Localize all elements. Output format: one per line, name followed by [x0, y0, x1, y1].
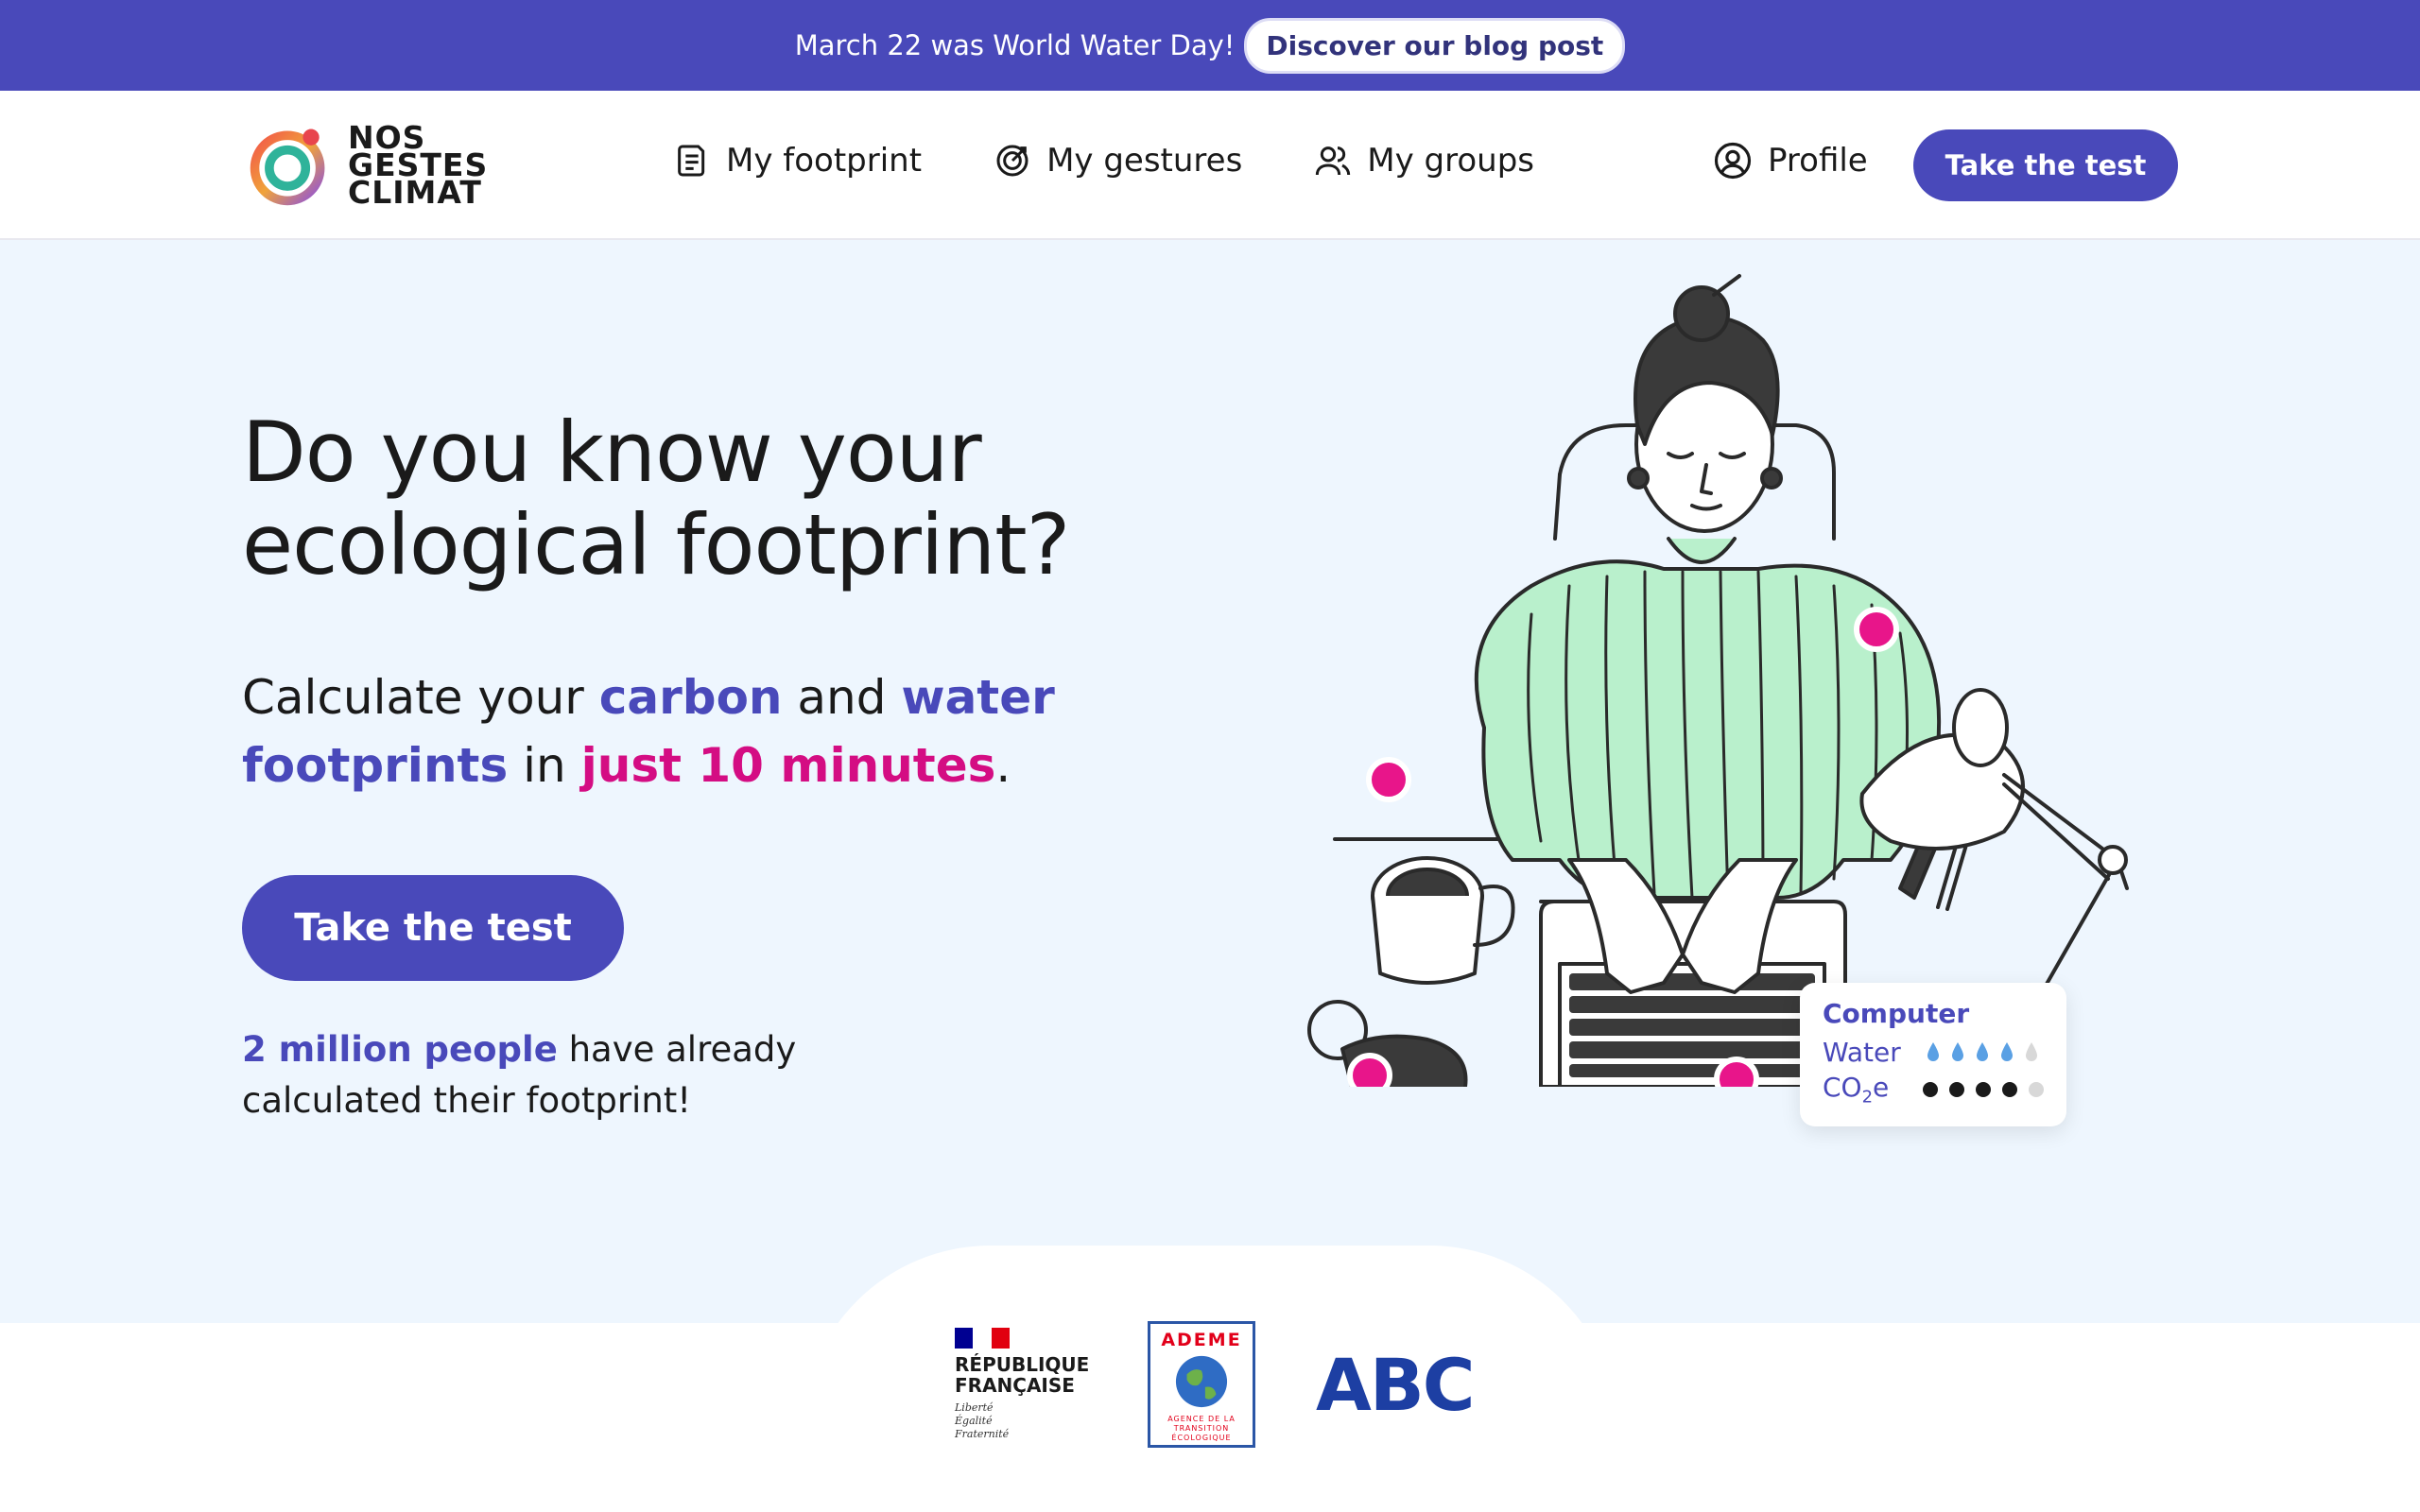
water-drop-icon	[1952, 1042, 1963, 1061]
hero-title: Do you know your ecological footprint?	[242, 404, 1070, 593]
water-drop-icon	[1927, 1042, 1939, 1061]
republique-francaise-logo: RÉPUBLIQUE FRANÇAISE Liberté Égalité Fra…	[955, 1328, 1089, 1441]
water-level	[1927, 1041, 2038, 1062]
co2-row: CO2e	[1823, 1071, 2044, 1108]
water-drop-icon	[1977, 1042, 1988, 1061]
logo-icon	[250, 129, 325, 206]
nav-my-gestures[interactable]: My gestures	[994, 132, 1242, 189]
announcement-banner: March 22 was World Water Day! Discover o…	[0, 0, 2420, 91]
computer-impact-card: Computer Water CO2e	[1800, 983, 2066, 1126]
nav-my-footprint[interactable]: My footprint	[673, 132, 922, 189]
logo-wordmark: NOS GESTES CLIMAT	[348, 118, 489, 211]
document-icon	[678, 145, 705, 177]
water-row: Water	[1823, 1033, 2044, 1071]
ademe-logo: ADEME AGENCE DE LA TRANSITION ÉCOLOGIQUE	[1148, 1321, 1255, 1448]
hero-subtitle: Calculate your carbon and water footprin…	[242, 670, 1055, 793]
banner-text: March 22 was World Water Day!	[794, 29, 1236, 61]
partner-logos: RÉPUBLIQUE FRANÇAISE Liberté Égalité Fra…	[955, 1321, 1476, 1448]
co2-dot	[1976, 1082, 1991, 1097]
globe-icon	[1175, 1355, 1228, 1408]
blog-post-link[interactable]: Discover our blog post	[1244, 17, 1626, 74]
hero-take-test-button[interactable]: Take the test	[242, 875, 624, 981]
nav-label: My footprint	[726, 142, 923, 180]
co2-label: CO2e	[1823, 1072, 1890, 1108]
french-flag-icon	[955, 1328, 1010, 1349]
nav-label: My gestures	[1046, 142, 1243, 180]
target-icon	[996, 145, 1028, 177]
water-drop-icon	[2001, 1042, 2013, 1061]
co2-dot	[1949, 1082, 1964, 1097]
logo[interactable]: NOS GESTES CLIMAT	[244, 119, 488, 210]
co2-dot	[2002, 1082, 2017, 1097]
card-title: Computer	[1823, 998, 1970, 1029]
woman-at-desk-illustration	[1307, 274, 2129, 1087]
co2-dot-empty	[2029, 1082, 2044, 1097]
hero-user-count: 2 million people have already calculated…	[242, 1029, 797, 1121]
water-drop-icon-empty	[2026, 1042, 2037, 1061]
abc-logo: ABC	[1316, 1342, 1476, 1427]
water-label: Water	[1823, 1036, 1901, 1068]
co2-dot	[1923, 1082, 1938, 1097]
co2-level	[1923, 1082, 2044, 1097]
